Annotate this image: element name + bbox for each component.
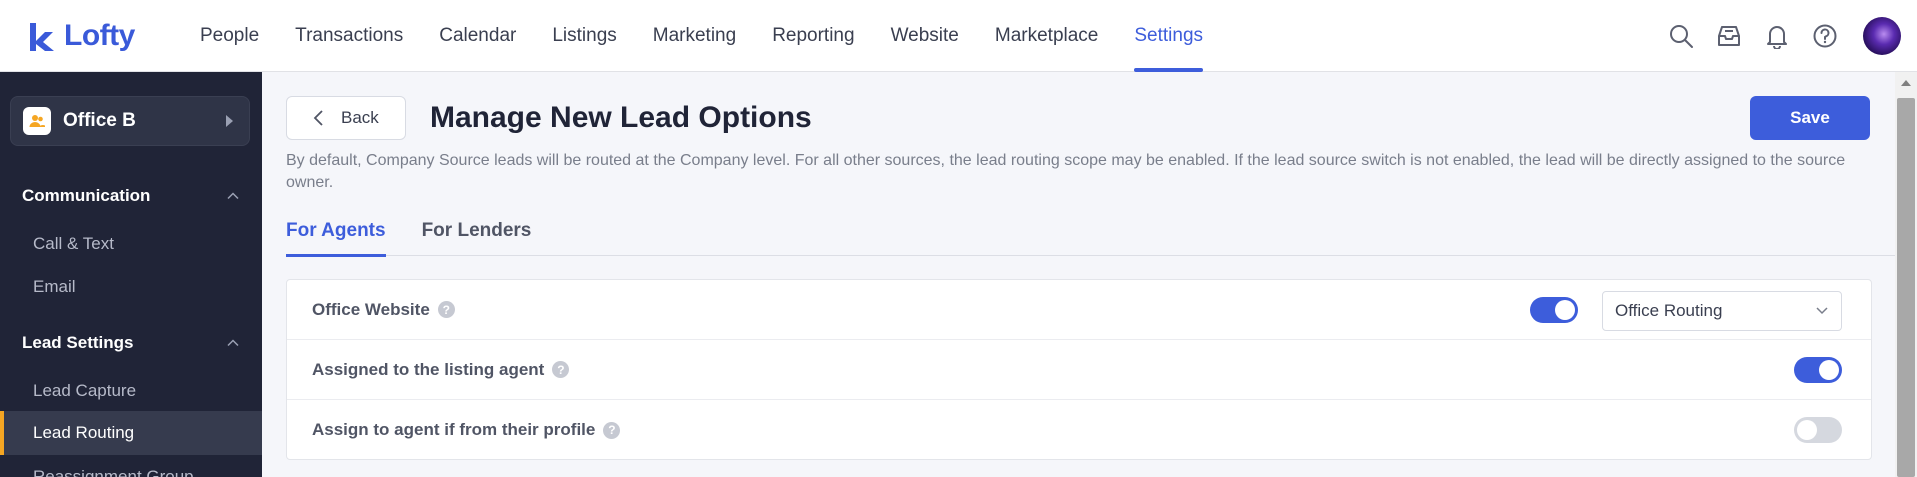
option-label: Assign to agent if from their profile (312, 420, 596, 439)
help-icon (1813, 24, 1837, 48)
main-nav: People Transactions Calendar Listings Ma… (182, 0, 1221, 72)
nav-people[interactable]: People (182, 0, 277, 72)
sidebar-item-lead-capture[interactable]: Lead Capture (0, 369, 262, 413)
nav-listings[interactable]: Listings (534, 0, 634, 72)
office-switcher[interactable]: Office B (10, 96, 250, 146)
back-button[interactable]: Back (286, 96, 406, 140)
office-icon (23, 107, 51, 135)
routing-scope-select[interactable]: Office Routing (1602, 291, 1842, 331)
nav-marketing[interactable]: Marketing (635, 0, 754, 72)
inbox-button[interactable] (1715, 22, 1743, 50)
office-name: Office B (63, 110, 136, 131)
inbox-icon (1718, 26, 1740, 46)
caret-right-icon (226, 115, 233, 127)
sidebar-item-lead-routing[interactable]: Lead Routing (0, 411, 262, 455)
page-title: Manage New Lead Options (430, 101, 812, 134)
option-label: Office Website (312, 299, 430, 319)
option-label: Assigned to the listing agent (312, 359, 545, 379)
section-communication[interactable]: Communication (22, 186, 240, 206)
sidebar-item-reassignment-group[interactable]: Reassignment Group (0, 455, 262, 477)
user-avatar[interactable] (1863, 17, 1901, 55)
tab-for-lenders[interactable]: For Lenders (422, 214, 532, 256)
chevron-up-icon (227, 339, 239, 347)
scroll-thumb[interactable] (1897, 98, 1915, 477)
help-icon[interactable]: ? (603, 421, 621, 439)
nav-transactions[interactable]: Transactions (277, 0, 421, 72)
lofty-logo-icon (30, 22, 54, 51)
option-row-office-website: Office Website ? Office Routing (287, 280, 1871, 340)
save-button[interactable]: Save (1750, 96, 1870, 140)
lofty-logo[interactable]: Lofty (26, 0, 166, 72)
page-scrollbar[interactable] (1895, 72, 1917, 477)
top-nav: Lofty People Transactions Calendar Listi… (0, 0, 1917, 72)
section-lead-settings[interactable]: Lead Settings (22, 333, 240, 353)
nav-website[interactable]: Website (873, 0, 977, 72)
chevron-down-icon (1816, 307, 1828, 315)
notifications-button[interactable] (1763, 22, 1791, 50)
main-content: Back Manage New Lead Options Save By def… (262, 72, 1897, 477)
chevron-up-icon (227, 192, 239, 200)
nav-marketplace[interactable]: Marketplace (977, 0, 1117, 72)
back-label: Back (341, 108, 379, 127)
page-description: By default, Company Source leads will be… (286, 152, 1846, 191)
nav-calendar[interactable]: Calendar (421, 0, 534, 72)
bell-icon (1767, 26, 1787, 49)
brand-name: Lofty (64, 18, 135, 52)
option-row-agent-profile: Assign to agent if from their profile ? (287, 400, 1871, 460)
select-value: Office Routing (1615, 301, 1723, 320)
search-icon (1670, 25, 1693, 48)
scroll-up-arrow-icon[interactable] (1901, 80, 1911, 86)
nav-settings[interactable]: Settings (1116, 0, 1221, 72)
tab-bar: For Agents For Lenders (286, 214, 1897, 257)
office-website-toggle[interactable] (1530, 297, 1578, 323)
search-button[interactable] (1667, 22, 1695, 50)
chevron-left-icon (313, 110, 323, 126)
help-icon[interactable]: ? (437, 301, 455, 318)
section-title: Lead Settings (22, 333, 134, 352)
team-icon (29, 115, 45, 127)
nav-tools (1667, 0, 1901, 72)
settings-sidebar: Office B Communication Call & Text Email… (0, 72, 262, 477)
option-row-listing-agent: Assigned to the listing agent ? (287, 340, 1871, 400)
help-button[interactable] (1811, 22, 1839, 50)
tab-for-agents[interactable]: For Agents (286, 214, 386, 257)
sidebar-item-call-text[interactable]: Call & Text (0, 222, 262, 266)
help-icon[interactable]: ? (552, 361, 570, 378)
options-panel: Office Website ? Office Routing Assigned… (286, 279, 1872, 460)
agent-profile-toggle[interactable] (1794, 417, 1842, 443)
listing-agent-toggle[interactable] (1794, 357, 1842, 383)
section-title: Communication (22, 186, 151, 205)
sidebar-item-email[interactable]: Email (0, 265, 262, 309)
nav-reporting[interactable]: Reporting (754, 0, 872, 72)
